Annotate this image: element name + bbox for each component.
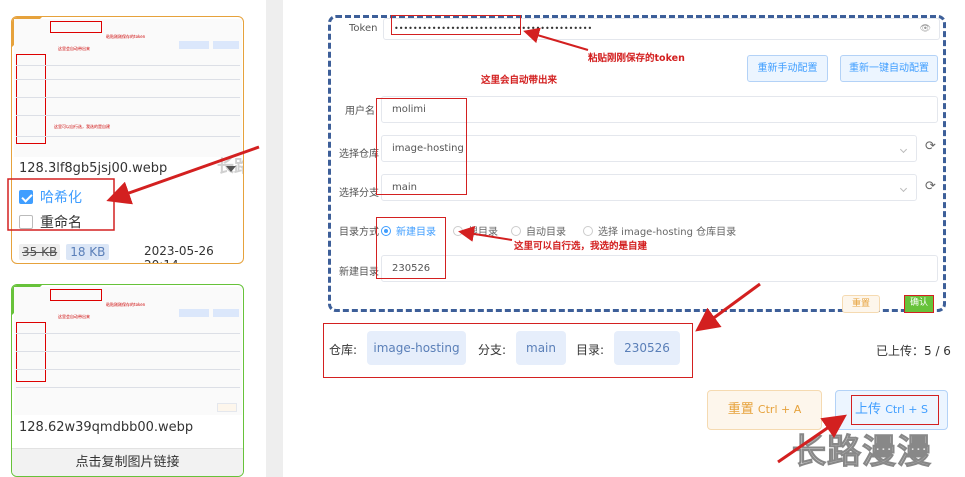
arrow-to-dir [458,225,513,242]
boxed-options-left [7,178,115,231]
arrow-to-token [523,27,589,51]
annotation-arrows [7,27,847,464]
arrow-to-upload [777,414,847,464]
arrow-to-summary [695,282,761,332]
arrow-to-options [106,145,260,205]
